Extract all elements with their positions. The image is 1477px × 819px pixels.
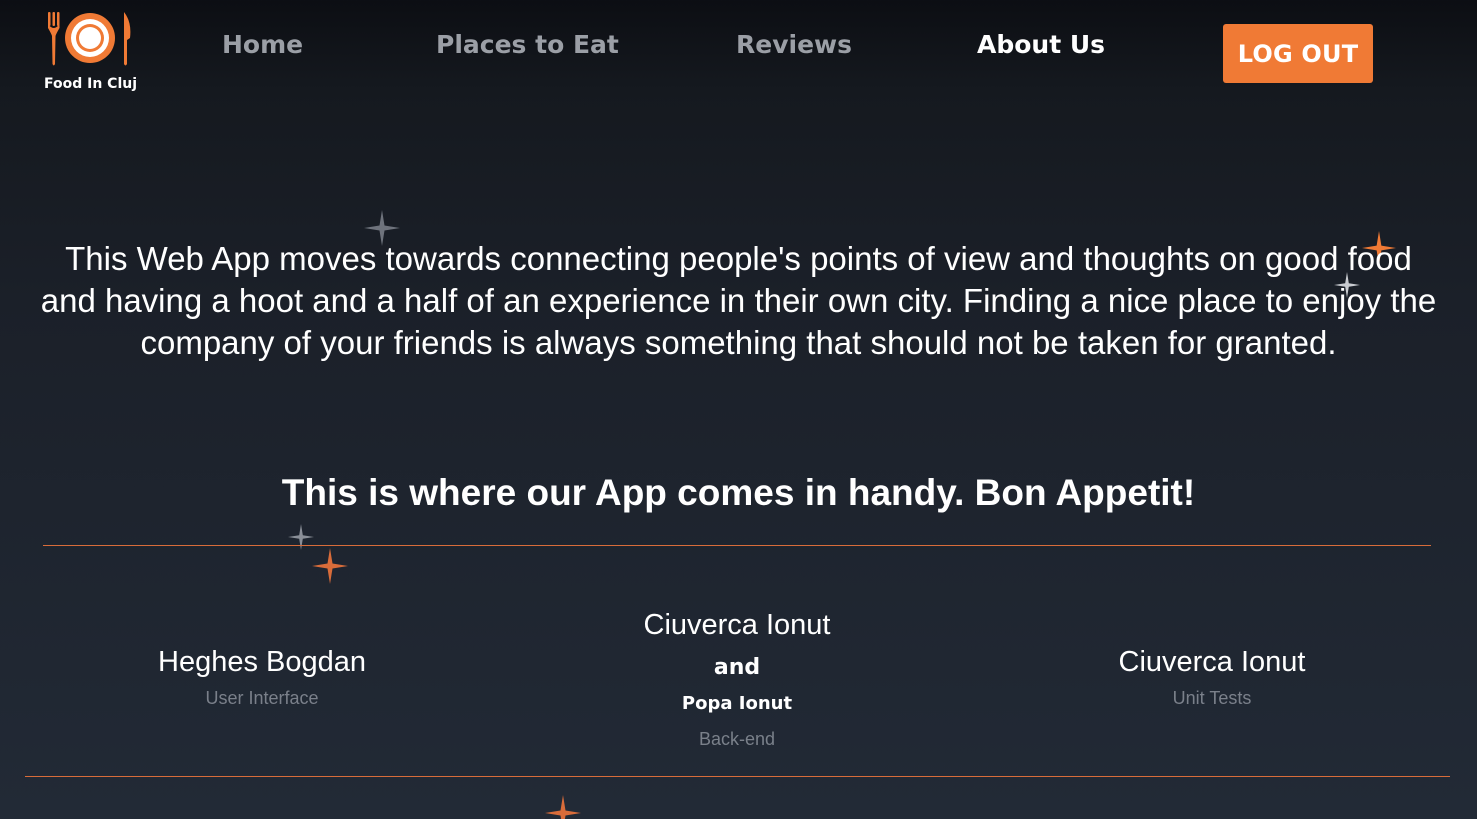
member-second-name: Popa Ionut (681, 693, 793, 714)
team-member-card: Ciuverca Ionut and Popa Ionut Back-end (587, 607, 887, 751)
member-role: Unit Tests (1172, 688, 1252, 708)
four-point-star-icon (545, 795, 581, 819)
brand-logo[interactable]: Food In Cluj (40, 8, 140, 92)
member-role: User Interface (205, 688, 319, 708)
logout-button[interactable]: LOG OUT (1223, 24, 1373, 83)
nav-places-to-eat-link[interactable]: Places to Eat (436, 30, 619, 59)
nav-about-us-link[interactable]: About Us (977, 30, 1105, 59)
nav-home-link[interactable]: Home (222, 30, 303, 59)
member-name: Ciuverca Ionut (643, 609, 831, 641)
member-connector: and (713, 655, 761, 680)
member-name: Ciuverca Ionut (1118, 646, 1306, 678)
about-intro-text: This Web App moves towards connecting pe… (40, 240, 1437, 361)
nav-reviews-link[interactable]: Reviews (736, 30, 852, 59)
section-divider (25, 776, 1450, 777)
member-name: Heghes Bogdan (158, 646, 366, 678)
plate-fork-knife-icon (48, 12, 131, 66)
top-navbar: Food In Cluj Home Places to Eat Reviews … (0, 0, 1477, 100)
member-role: Back-end (698, 729, 776, 749)
brand-name: Food In Cluj (44, 76, 138, 92)
team-member-card: Heghes Bogdan User Interface (112, 644, 412, 710)
section-divider (43, 545, 1431, 546)
about-tagline: This is where our App comes in handy. Bo… (281, 472, 1196, 513)
four-point-star-icon (312, 548, 348, 584)
four-point-star-icon (288, 524, 314, 550)
team-member-card: Ciuverca Ionut Unit Tests (1062, 644, 1362, 710)
